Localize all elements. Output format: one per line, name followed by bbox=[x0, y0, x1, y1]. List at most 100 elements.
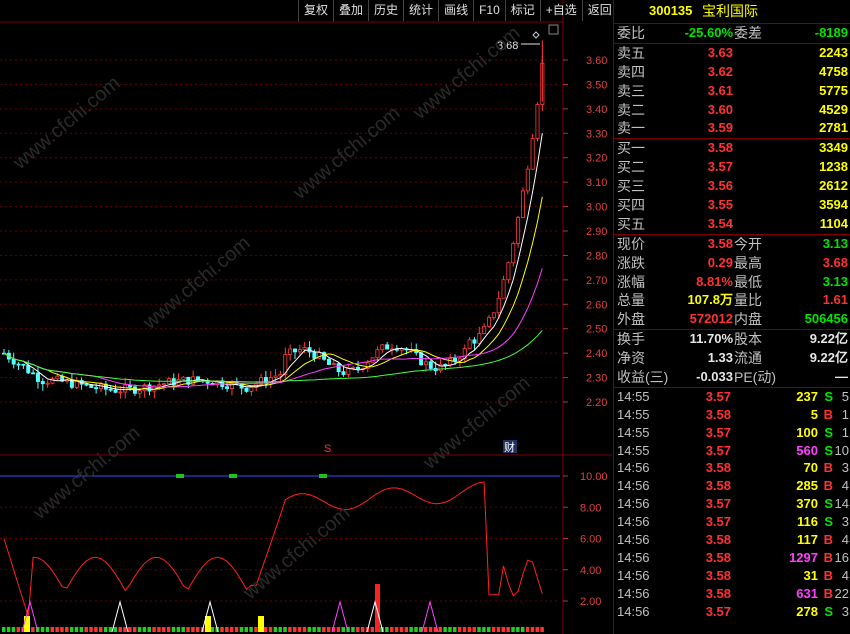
oscillator-line bbox=[3, 481, 543, 617]
asks-row: 卖二 3.60 4529 bbox=[614, 101, 850, 120]
tick-row[interactable]: 14:55 3.57 100 S 1 bbox=[614, 424, 850, 442]
highlight-bar bbox=[258, 616, 264, 632]
quote-stats: 现价 3.58 今开 3.13 涨跌 0.29 最高 3.68 涨幅 8.81% 最低 3.13 总量 1… bbox=[614, 233, 850, 329]
tick-side: B bbox=[823, 567, 833, 583]
price-axis-label: 3.00 bbox=[586, 202, 607, 214]
tick-count: 16 bbox=[834, 549, 849, 565]
tick-volume: 116 bbox=[797, 514, 818, 530]
toolbar-stats-button[interactable]: 统计 bbox=[403, 0, 438, 21]
tick-row[interactable]: 14:55 3.58 5 B 1 bbox=[614, 406, 850, 424]
quote-value: 3.13 bbox=[822, 273, 848, 289]
signal-bar bbox=[385, 627, 389, 632]
indicator-axis-label: 2.00 bbox=[580, 596, 601, 608]
signal-bar bbox=[322, 627, 326, 632]
quote-panel: 300135 宝利国际 委比 -25.60% 委差 -8189 卖五 3.63 22… bbox=[613, 0, 850, 634]
toolbar-fuquan-button[interactable]: 复权 bbox=[298, 0, 333, 21]
bids-row: 买五 3.54 1104 bbox=[614, 215, 850, 234]
candle-body bbox=[326, 358, 331, 365]
candle-body bbox=[477, 333, 482, 344]
candle-body bbox=[108, 388, 113, 391]
tick-time: 14:55 bbox=[617, 442, 650, 458]
signal-bar bbox=[351, 627, 355, 632]
signal-bar bbox=[132, 627, 137, 632]
asks-price: 3.60 bbox=[707, 101, 733, 117]
signal-bar bbox=[448, 627, 452, 632]
asks-price: 3.63 bbox=[707, 44, 733, 60]
tick-count: 10 bbox=[834, 442, 849, 458]
signal-bar bbox=[31, 627, 35, 632]
tick-row[interactable]: 14:56 3.57 370 S 14 bbox=[614, 495, 850, 513]
tick-list[interactable]: 14:55 3.57 237 S 5 14:55 3.58 5 B 1 14:55 3.57 100 S 1… bbox=[614, 386, 850, 621]
tick-side: S bbox=[824, 603, 833, 619]
signal-bar bbox=[113, 627, 118, 632]
signal-bar bbox=[326, 627, 331, 632]
candle-body bbox=[385, 344, 390, 350]
signal-bar bbox=[302, 627, 307, 632]
bids-row: 买四 3.55 3594 bbox=[614, 196, 850, 215]
signal-bar bbox=[511, 627, 515, 632]
signal-bar bbox=[118, 627, 122, 632]
toolbar-mark-button[interactable]: 标记 bbox=[504, 0, 540, 21]
tick-row[interactable]: 14:56 3.58 117 B 4 bbox=[614, 531, 850, 549]
tick-side: B bbox=[823, 478, 833, 494]
signal-bar bbox=[336, 627, 341, 632]
toolbar-draw-button[interactable]: 画线 bbox=[438, 0, 473, 21]
bids-row: 买三 3.56 2612 bbox=[614, 177, 850, 196]
tick-row[interactable]: 14:55 3.57 237 S 5 bbox=[614, 388, 850, 406]
quote-label: 涨幅 bbox=[617, 273, 645, 290]
signal-bar bbox=[225, 627, 229, 632]
tick-side: S bbox=[824, 496, 833, 512]
tick-price: 3.58 bbox=[705, 406, 731, 422]
tick-row[interactable]: 14:56 3.58 70 B 3 bbox=[614, 459, 850, 477]
tick-time: 14:56 bbox=[617, 567, 650, 583]
tick-row[interactable]: 14:56 3.58 1297 B 16 bbox=[614, 549, 850, 567]
toolbar-overlay-button[interactable]: 叠加 bbox=[333, 0, 368, 21]
signal-bar bbox=[404, 627, 409, 632]
tick-row[interactable]: 14:56 3.57 278 S 3 bbox=[614, 603, 850, 621]
candle-body bbox=[244, 387, 249, 392]
candle-body bbox=[11, 358, 16, 365]
tick-count: 3 bbox=[841, 603, 849, 619]
tick-row[interactable]: 14:56 3.58 31 B 4 bbox=[614, 567, 850, 585]
indicator-axis-label: 6.00 bbox=[580, 534, 601, 546]
tick-volume: 631 bbox=[796, 585, 818, 601]
tick-row[interactable]: 14:56 3.58 285 B 4 bbox=[614, 477, 850, 495]
signal-bar bbox=[307, 627, 312, 632]
tick-row[interactable]: 14:56 3.58 631 B 22 bbox=[614, 585, 850, 603]
signal-bar bbox=[390, 627, 394, 632]
tick-count: 4 bbox=[841, 532, 849, 548]
signal-bar bbox=[181, 627, 185, 632]
signal-bar bbox=[50, 627, 54, 632]
quote-label: 最高 bbox=[734, 254, 762, 271]
stats-label: 换手 bbox=[617, 331, 645, 348]
signal-bar bbox=[239, 627, 244, 632]
tick-row[interactable]: 14:56 3.57 116 S 3 bbox=[614, 513, 850, 531]
tick-price: 3.58 bbox=[705, 585, 731, 601]
candle-body bbox=[336, 363, 341, 373]
candle-body bbox=[137, 390, 142, 394]
signal-bar bbox=[409, 627, 413, 632]
signal-bar bbox=[11, 627, 16, 632]
toolbar-f10-button[interactable]: F10 bbox=[473, 0, 505, 21]
candle-body bbox=[147, 384, 152, 392]
kline-chart[interactable]: 3.60 3.50 3.40 3.30 3.20 3.10 3.00 2.90 2.80 2.70… bbox=[0, 0, 612, 634]
signal-bar bbox=[137, 627, 142, 632]
toolbar-add-watchlist-button[interactable]: +自选 bbox=[539, 0, 582, 21]
price-axis-label: 3.60 bbox=[586, 55, 607, 67]
signal-bar bbox=[94, 627, 98, 632]
tick-side: B bbox=[823, 549, 833, 565]
commission-row: 委比 -25.60% 委差 -8189 bbox=[614, 24, 850, 43]
candle-body bbox=[351, 366, 356, 369]
signal-bar bbox=[171, 627, 176, 632]
toolbar-back-button[interactable]: 返回 bbox=[581, 0, 617, 21]
tick-volume: 100 bbox=[796, 424, 818, 440]
tick-side: B bbox=[823, 406, 833, 422]
tick-row[interactable]: 14:55 3.57 560 S 10 bbox=[614, 442, 850, 460]
signal-bar bbox=[317, 627, 321, 632]
candle-body bbox=[113, 389, 118, 393]
quote-value: 0.29 bbox=[707, 254, 733, 270]
indicator-axis-label: 8.00 bbox=[580, 502, 601, 514]
signal-dot bbox=[319, 474, 327, 478]
signal-bar bbox=[220, 627, 224, 632]
toolbar-history-button[interactable]: 历史 bbox=[368, 0, 403, 21]
